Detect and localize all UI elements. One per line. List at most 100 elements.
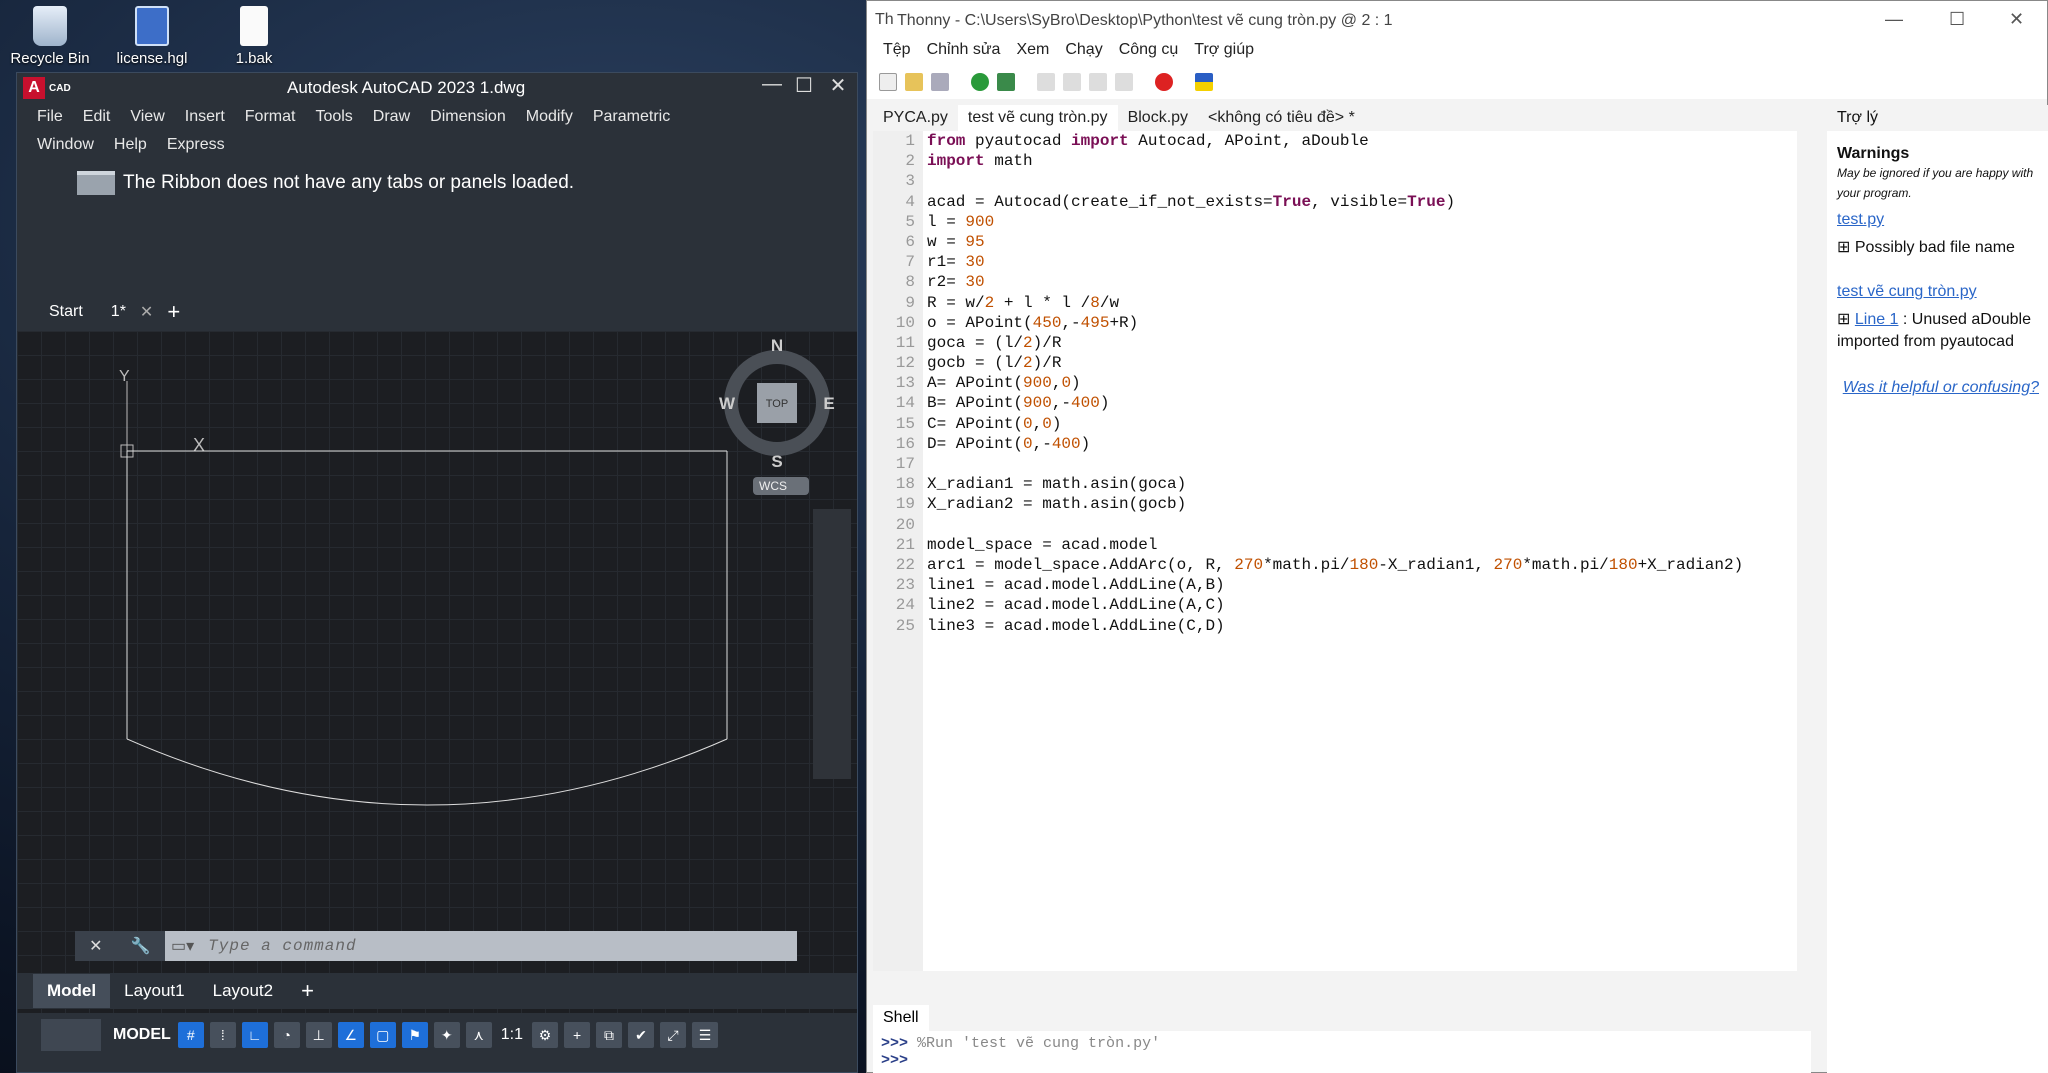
tab-start[interactable]: Start xyxy=(35,297,97,327)
menu-file[interactable]: File xyxy=(27,103,73,131)
desktop-icon-label: license.hgl xyxy=(116,50,188,67)
new-file-icon[interactable] xyxy=(879,73,897,91)
resume-icon[interactable] xyxy=(1115,73,1133,91)
code-line: C= APoint(0,0) xyxy=(927,414,1062,433)
menu-insert[interactable]: Insert xyxy=(175,103,235,131)
menu-modify[interactable]: Modify xyxy=(516,103,583,131)
menu-help[interactable]: Help xyxy=(104,131,157,159)
hamburger-icon[interactable]: ☰ xyxy=(692,1022,719,1048)
maximize-icon[interactable]: ☐ xyxy=(789,73,819,98)
tab-layout1[interactable]: Layout1 xyxy=(110,974,199,1008)
menu-express[interactable]: Express xyxy=(157,131,235,159)
step-into-icon[interactable] xyxy=(1063,73,1081,91)
annotation-scale[interactable]: 1:1 xyxy=(501,1026,523,1044)
otrack-icon[interactable]: ▢ xyxy=(369,1022,396,1048)
menu-format[interactable]: Format xyxy=(235,103,306,131)
expand-icon[interactable]: ⊞ xyxy=(1837,311,1855,328)
assistant-tab[interactable]: Trợ lý xyxy=(1827,105,2048,131)
autocad-logo[interactable]: A CAD xyxy=(23,77,71,99)
line-number: 9 xyxy=(905,293,915,312)
code-line: line3 = acad.model.AddLine(C,D) xyxy=(927,616,1225,635)
ukraine-flag-icon[interactable] xyxy=(1195,73,1213,91)
autocad-logo-text: CAD xyxy=(49,82,71,94)
menu-edit[interactable]: Edit xyxy=(73,103,121,131)
close-icon[interactable]: ✕ xyxy=(823,73,853,98)
properties-icon[interactable]: ⧉ xyxy=(596,1022,623,1048)
tab-untitled[interactable]: <không có tiêu đề> * xyxy=(1198,105,1365,131)
minimize-icon[interactable]: — xyxy=(1885,9,1903,30)
wrench-icon[interactable]: 🔧 xyxy=(131,936,151,956)
step-over-icon[interactable] xyxy=(1037,73,1055,91)
grid-icon[interactable]: # xyxy=(177,1022,204,1048)
status-coords[interactable] xyxy=(41,1019,101,1051)
menu-window[interactable]: Window xyxy=(27,131,104,159)
gear-icon[interactable]: ⚙ xyxy=(532,1022,559,1048)
menu-draw[interactable]: Draw xyxy=(363,103,420,131)
warnings-subtitle: May be ignored if you are happy with you… xyxy=(1837,166,2034,200)
close-icon[interactable]: ✕ xyxy=(2009,9,2024,30)
menu-parametric[interactable]: Parametric xyxy=(583,103,680,131)
close-tab-icon[interactable]: ✕ xyxy=(140,302,153,322)
menu-run[interactable]: Chạy xyxy=(1057,41,1110,65)
tab-test-ve-cung-tron[interactable]: test vẽ cung tròn.py xyxy=(957,105,1118,131)
tab-layout2[interactable]: Layout2 xyxy=(199,974,288,1008)
plus-icon[interactable]: + xyxy=(564,1022,591,1048)
warning-file-link-main[interactable]: test vẽ cung tròn.py xyxy=(1837,283,2039,301)
menu-file[interactable]: Tệp xyxy=(875,41,919,65)
warning-line-link[interactable]: Line 1 xyxy=(1855,311,1899,328)
isodraft-icon[interactable]: ⊥ xyxy=(305,1022,332,1048)
desktop-icon-license[interactable]: license.hgl xyxy=(102,0,202,67)
tab-current-drawing[interactable]: 1* xyxy=(97,297,140,327)
model-space-toggle[interactable]: MODEL xyxy=(109,1026,175,1044)
editor-scrollbar[interactable] xyxy=(1797,131,1811,971)
command-history-icon[interactable]: ▭▾ xyxy=(171,936,194,956)
desktop-icon-recycle-bin[interactable]: Recycle Bin xyxy=(0,0,100,67)
annotation-visibility-icon[interactable]: ⋏ xyxy=(465,1022,492,1048)
maximize-icon[interactable]: ☐ xyxy=(1949,9,1965,30)
polar-icon[interactable]: ◔ xyxy=(273,1022,300,1048)
shell-tab[interactable]: Shell xyxy=(873,1005,929,1031)
quick-props-icon[interactable]: ✔ xyxy=(628,1022,655,1048)
menu-dimension[interactable]: Dimension xyxy=(420,103,516,131)
autoscale-icon[interactable]: ✦ xyxy=(433,1022,460,1048)
save-icon[interactable] xyxy=(931,73,949,91)
code-editor[interactable]: 1 2 3 4 5 6 7 8 9 10 11 12 13 14 15 16 17 18 19 20 21 22 23 24 2… xyxy=(873,131,1811,971)
menu-tools[interactable]: Công cụ xyxy=(1111,41,1187,65)
tab-block[interactable]: Block.py xyxy=(1118,105,1198,131)
code-line: arc1 = model_space.AddArc(o, R, 270*math… xyxy=(927,555,1744,574)
feedback-link[interactable]: Was it helpful or confusing? xyxy=(1837,379,2039,397)
new-tab-icon[interactable]: + xyxy=(153,297,194,327)
close-icon[interactable]: ✕ xyxy=(89,936,102,956)
annotation-icon[interactable]: ⚑ xyxy=(401,1022,428,1048)
menu-view[interactable]: View xyxy=(120,103,174,131)
assistant-panel: Trợ lý Warnings May be ignored if you ar… xyxy=(1827,105,2048,1073)
snap-icon[interactable]: ⁞ xyxy=(209,1022,236,1048)
command-line[interactable]: ✕ 🔧 ▭▾ Type a command xyxy=(75,931,797,961)
desktop-icon-label: Recycle Bin xyxy=(10,50,90,67)
tab-pyca[interactable]: PYCA.py xyxy=(873,105,958,131)
line-number: 4 xyxy=(905,192,915,211)
osnap-icon[interactable]: ∠ xyxy=(337,1022,364,1048)
step-out-icon[interactable] xyxy=(1089,73,1107,91)
tab-model[interactable]: Model xyxy=(33,974,111,1008)
desktop-icon-label: 1.bak xyxy=(235,50,273,67)
thonny-title: Thonny - C:\Users\SyBro\Desktop\Python\t… xyxy=(897,12,1393,29)
run-icon[interactable] xyxy=(971,73,989,91)
warning-file-link-test[interactable]: test.py xyxy=(1837,211,2039,229)
add-layout-icon[interactable]: + xyxy=(287,974,328,1008)
menu-view[interactable]: Xem xyxy=(1008,41,1057,65)
shell-panel[interactable]: >>> %Run 'test vẽ cung tròn.py' >>> xyxy=(873,1031,1811,1073)
command-input[interactable]: Type a command xyxy=(208,937,356,955)
debug-icon[interactable] xyxy=(997,73,1015,91)
menu-help[interactable]: Trợ giúp xyxy=(1186,41,1262,65)
expand-icon[interactable]: ⊞ xyxy=(1837,239,1855,256)
minimize-icon[interactable]: — xyxy=(757,73,787,96)
fullscreen-icon[interactable]: ⤢ xyxy=(660,1022,687,1048)
open-file-icon[interactable] xyxy=(905,73,923,91)
code-text: from pyautocad import Autocad, APoint, a… xyxy=(927,131,1743,636)
desktop-icon-bak[interactable]: 1.bak xyxy=(204,0,304,67)
ortho-icon[interactable]: ∟ xyxy=(241,1022,268,1048)
stop-icon[interactable] xyxy=(1155,73,1173,91)
menu-edit[interactable]: Chỉnh sửa xyxy=(919,41,1009,65)
menu-tools[interactable]: Tools xyxy=(305,103,362,131)
